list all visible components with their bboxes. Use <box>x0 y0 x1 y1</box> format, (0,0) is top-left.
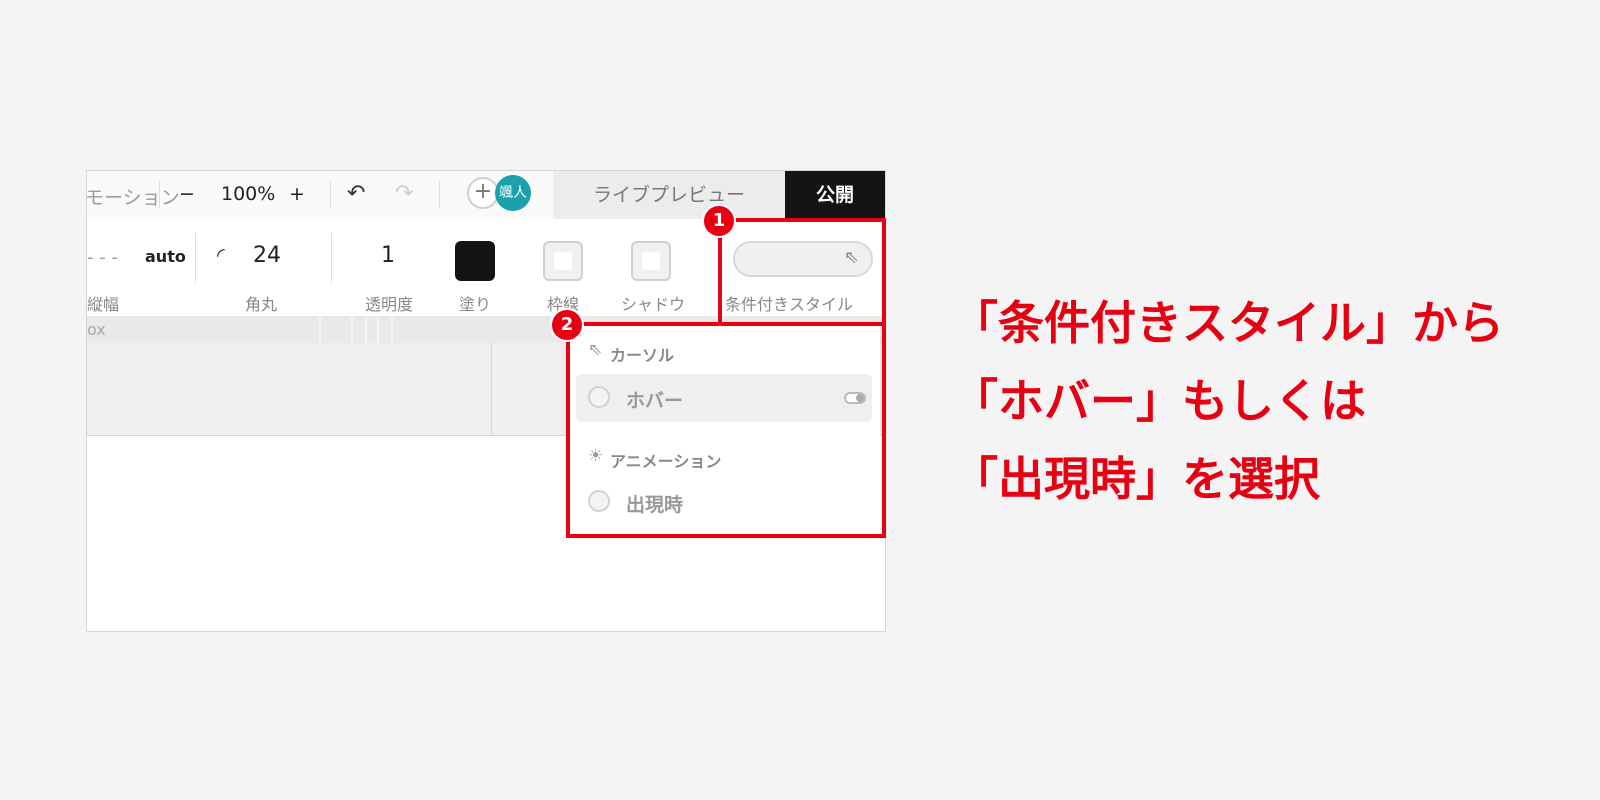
canvas-divider <box>491 343 492 435</box>
height-label: 縦幅 <box>87 295 120 314</box>
stripe <box>365 317 367 343</box>
redo-icon[interactable]: ↷ <box>395 183 413 205</box>
canvas-layer-label: ox <box>87 320 106 339</box>
divider <box>331 233 332 283</box>
instruction-line-3: 「出現時」を選択 <box>952 452 1320 506</box>
zoom-out-button[interactable]: − <box>179 183 195 205</box>
live-preview-button[interactable]: ライブプレビュー <box>553 171 785 219</box>
divider <box>195 233 196 283</box>
stripe <box>377 317 379 343</box>
fill-swatch[interactable] <box>455 241 495 281</box>
height-dash: - - - <box>87 247 118 268</box>
zoom-level[interactable]: 100% <box>221 183 275 205</box>
corner-radius-icon: ◜ <box>217 243 225 267</box>
zoom-in-button[interactable]: + <box>289 183 305 205</box>
shadow-label: シャドウ <box>621 295 686 314</box>
instruction-line-2: 「ホバー」もしくは <box>952 374 1366 428</box>
stripe <box>319 317 321 343</box>
step-badge-2: 2 <box>550 308 584 342</box>
highlight-box-2 <box>566 322 886 538</box>
divider <box>159 181 160 209</box>
opacity-input[interactable]: 1 <box>381 243 395 268</box>
step-badge-1: 1 <box>702 204 736 238</box>
corner-radius-input[interactable]: 24 <box>253 243 281 268</box>
divider <box>330 181 331 209</box>
avatar[interactable]: 颯人 <box>495 175 531 211</box>
motion-tab[interactable]: モーション <box>87 183 180 210</box>
height-input[interactable]: auto <box>145 247 186 266</box>
stripe <box>351 317 353 343</box>
undo-icon[interactable]: ↶ <box>347 183 365 205</box>
instruction-line-1: 「条件付きスタイル」から <box>952 296 1504 350</box>
top-toolbar: モーション − 100% + ↶ ↷ + 颯人 ライブプレビュー 公開 <box>87 171 885 219</box>
opacity-label: 透明度 <box>365 295 414 314</box>
highlight-box-1 <box>718 218 886 326</box>
stripe <box>391 317 393 343</box>
shadow-swatch[interactable] <box>631 241 671 281</box>
fill-label: 塗り <box>459 295 492 314</box>
border-swatch[interactable] <box>543 241 583 281</box>
publish-button[interactable]: 公開 <box>785 171 885 219</box>
corner-radius-label: 角丸 <box>245 295 278 314</box>
divider <box>439 181 440 209</box>
